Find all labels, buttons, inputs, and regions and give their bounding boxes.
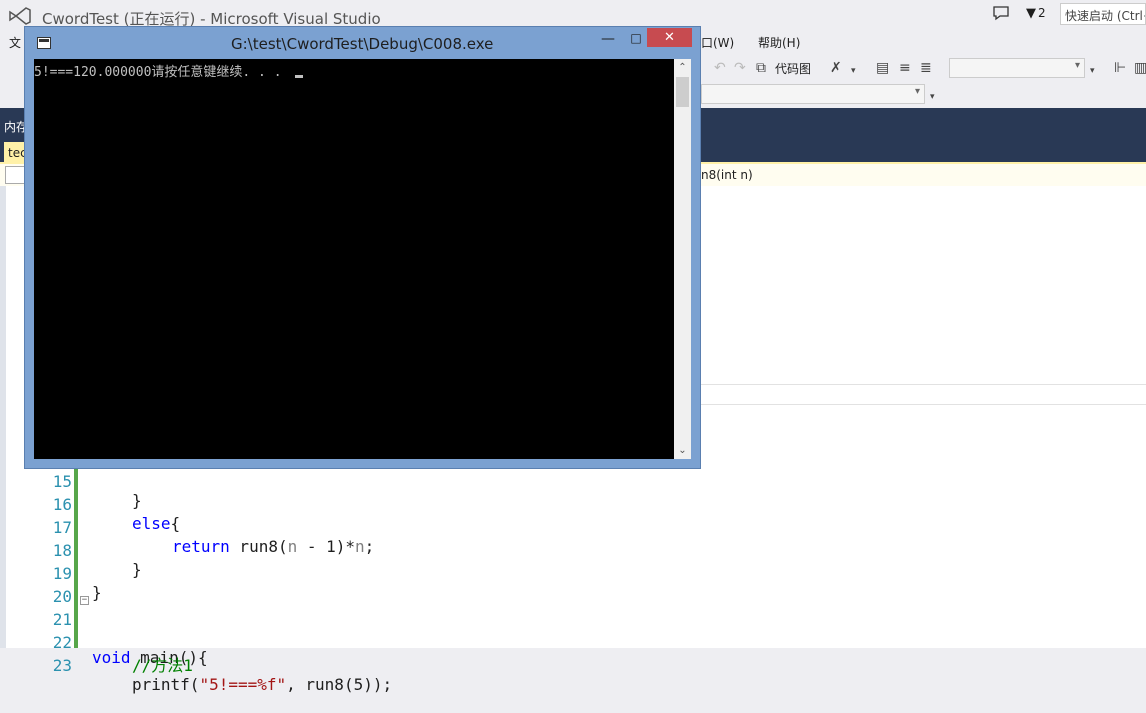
minimize-button[interactable]: — (601, 31, 615, 47)
layout-icon[interactable]: ▥ (1134, 60, 1146, 76)
string-literal: "5!===%f" (199, 675, 287, 694)
console-cursor (295, 75, 304, 78)
menu-window[interactable]: 口(W) (701, 34, 734, 51)
menu-file[interactable]: 文 (9, 34, 21, 51)
code-rest: , run8(5)); (286, 675, 393, 694)
console-output-text: 5!===120.000000请按任意键继续. . . (34, 65, 290, 80)
editor-divider (701, 384, 1146, 385)
code-line-23: 23 printf("5!===%f", run8(5)); (0, 637, 1146, 694)
align-icon[interactable]: ⊩ (1114, 60, 1126, 76)
comment-lines-icon[interactable]: ≡ (899, 60, 911, 76)
code-line-21: 21 − void main(){ (0, 591, 1146, 668)
console-output-area[interactable]: 5!===120.000000请按任意键继续. . . (34, 59, 674, 459)
console-window[interactable]: G:\test\CwordTest\Debug\C008.exe — □ ✕ 5… (24, 26, 701, 469)
close-button[interactable]: ✕ (647, 28, 692, 47)
uncomment-lines-icon[interactable]: ≣ (920, 60, 932, 76)
code-line-16: 16 else{ (0, 476, 1146, 533)
maximize-button[interactable]: □ (629, 31, 643, 45)
console-scrollbar[interactable]: ⌃ ⌄ (674, 59, 691, 459)
code-text: printf("5!===%f", run8(5)); (132, 675, 392, 694)
console-title: G:\test\CwordTest\Debug\C008.exe (231, 35, 494, 53)
toolbar-overflow-icon-2[interactable]: ▾ (930, 92, 935, 102)
codemap-button[interactable]: 代码图 (775, 60, 811, 77)
console-titlebar[interactable]: G:\test\CwordTest\Debug\C008.exe — □ ✕ (25, 27, 700, 59)
line-number: 23 (52, 656, 72, 675)
redo-icon[interactable]: ↷ (734, 60, 746, 76)
code-line-19: 19 } (0, 545, 1146, 602)
document-icon[interactable]: ▤ (876, 60, 889, 76)
scroll-up-icon[interactable]: ⌃ (674, 59, 691, 76)
scroll-down-icon[interactable]: ⌄ (674, 442, 691, 459)
collapse-toggle-icon[interactable]: − (80, 596, 89, 605)
notification-icon[interactable] (992, 5, 1010, 21)
undo-icon[interactable]: ↶ (714, 60, 726, 76)
dropdown-arrow-icon[interactable]: ▾ (851, 66, 856, 76)
toolbar-overflow-icon[interactable]: ▾ (1090, 66, 1095, 76)
code-line-20: 20 (0, 568, 1146, 606)
codemap-icon[interactable]: ⧉ (756, 60, 766, 76)
visual-studio-logo-icon (9, 7, 31, 25)
bookmark-icon[interactable]: ✗ (830, 60, 842, 76)
nav-function-combo[interactable]: n8(int n) (701, 168, 753, 182)
quick-launch-input[interactable]: 快速启动 (Ctrl+Q) (1060, 3, 1146, 25)
scroll-thumb[interactable] (676, 77, 689, 107)
chevron-down-icon: ▾ (1074, 60, 1080, 71)
chevron-down-icon: ▾ (914, 86, 920, 97)
tab-source-file[interactable]: tec (4, 142, 27, 162)
console-output-line: 5!===120.000000请按任意键继续. . . (34, 61, 304, 80)
function-call: printf( (132, 675, 200, 694)
filter-count: 2 (1038, 6, 1046, 20)
solution-config-combo[interactable]: ▾ (949, 58, 1085, 78)
code-line-18: 18 } (0, 522, 1146, 579)
console-app-icon[interactable] (37, 37, 51, 49)
menu-help[interactable]: 帮助(H) (758, 34, 800, 51)
editor-divider-2 (701, 404, 1146, 405)
code-line-17: 17 return run8(n - 1)*n; (0, 499, 1146, 556)
filter-icon[interactable]: ▼ (1026, 6, 1036, 21)
code-line-22: 22 //方法1 (0, 614, 1146, 675)
debug-location-combo[interactable]: ▾ (701, 84, 925, 104)
